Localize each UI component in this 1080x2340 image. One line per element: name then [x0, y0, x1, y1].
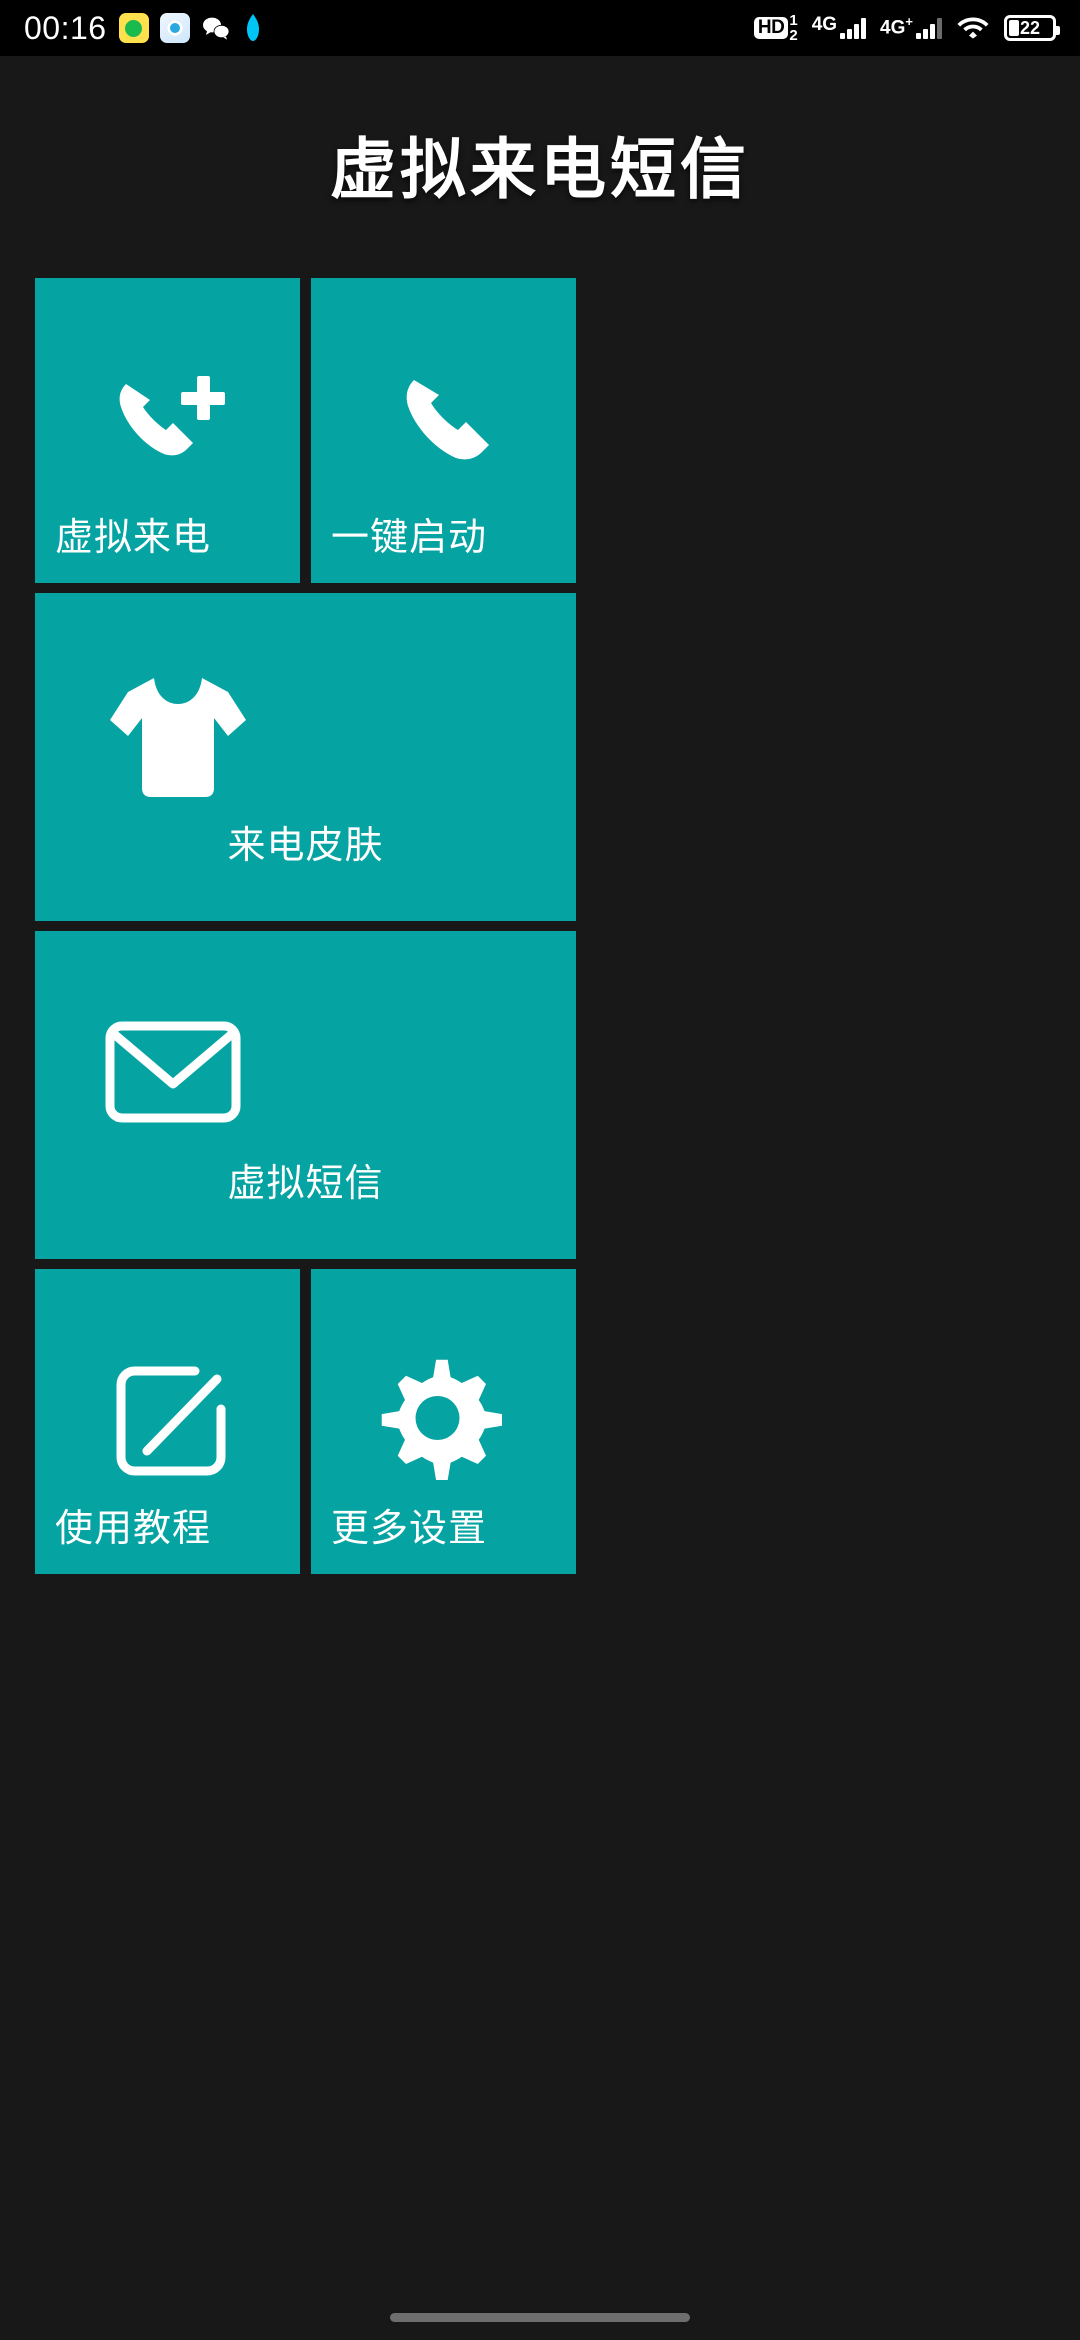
signal-sim2-label: 4G+ — [880, 13, 913, 39]
browser-icon — [159, 13, 190, 43]
status-bar: 00:16 HD 1 2 4G 4G+ 22 — [0, 0, 1080, 56]
signal-sim1-icon: 4G — [811, 14, 867, 39]
tile-label: 虚拟短信 — [227, 1163, 384, 1205]
phone-icon — [311, 366, 576, 476]
envelope-icon — [98, 1008, 248, 1133]
tile-grid: 虚拟来电 一键启动 来电皮肤 虚拟短信 使用教程 更多设置 — [0, 278, 1080, 1574]
qq-music-icon — [118, 13, 149, 43]
tile-one-key-start[interactable]: 一键启动 — [311, 278, 576, 583]
navigation-bar — [0, 2294, 1080, 2340]
signal-sim2-plus: + — [905, 13, 913, 29]
tile-call-skin[interactable]: 来电皮肤 — [35, 593, 576, 921]
page-title: 虚拟来电短信 — [330, 132, 750, 206]
wifi-icon — [956, 13, 990, 44]
signal-sim1-bars — [840, 17, 867, 39]
tshirt-icon — [98, 670, 258, 815]
battery-percent-label: 22 — [1019, 18, 1041, 38]
tile-fake-call[interactable]: 虚拟来电 — [35, 278, 300, 583]
gear-icon — [311, 1357, 576, 1487]
phone-plus-icon — [35, 366, 300, 476]
hd-sim-2: 2 — [789, 27, 798, 44]
signal-sim2-bars — [916, 17, 942, 40]
signal-sim1-label: 4G — [811, 14, 838, 35]
edit-square-icon — [35, 1357, 300, 1487]
hd-sim-1: 1 — [789, 12, 798, 29]
tile-label: 更多设置 — [331, 1508, 488, 1550]
tile-row-3: 虚拟短信 — [35, 931, 1045, 1259]
tile-more-settings[interactable]: 更多设置 — [311, 1269, 576, 1574]
home-indicator[interactable] — [390, 2312, 690, 2322]
volte-hd-icon: HD 1 2 — [753, 13, 798, 43]
wechat-icon — [201, 13, 231, 43]
status-bar-right: HD 1 2 4G 4G+ 22 — [753, 13, 1060, 44]
battery-icon: 22 — [1004, 15, 1060, 41]
status-bar-left: 00:16 — [24, 12, 272, 44]
tile-label: 来电皮肤 — [227, 825, 384, 867]
signal-sim2-icon: 4G+ — [880, 13, 942, 40]
status-notification-icons — [118, 13, 272, 43]
tile-tutorial[interactable]: 使用教程 — [35, 1269, 300, 1574]
qq-icon — [242, 13, 272, 43]
tile-label: 一键启动 — [331, 517, 488, 559]
tile-label: 虚拟来电 — [55, 517, 212, 559]
tile-label: 使用教程 — [55, 1508, 212, 1550]
hd-sim-numbers: 1 2 — [789, 13, 797, 43]
tile-row-1: 虚拟来电 一键启动 — [35, 278, 1045, 583]
status-clock: 00:16 — [24, 10, 107, 46]
tile-fake-sms[interactable]: 虚拟短信 — [35, 931, 576, 1259]
tile-row-2: 来电皮肤 — [35, 593, 1045, 921]
hd-label: HD — [753, 17, 789, 39]
tile-row-4: 使用教程 更多设置 — [35, 1269, 1045, 1574]
app-screen: 00:16 HD 1 2 4G 4G+ 22 虚拟来电短信 虚拟来电 一键启动 … — [0, 0, 1080, 2340]
